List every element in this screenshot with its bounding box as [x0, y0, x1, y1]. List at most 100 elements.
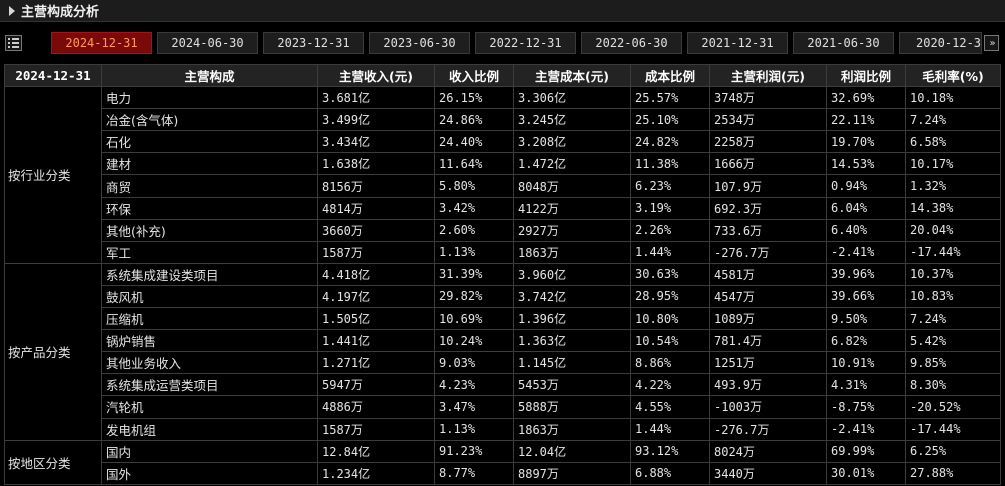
value-cell: -20.52% — [905, 395, 1001, 419]
table-row[interactable]: 按产品分类 系统集成建设类项目 4.418亿 31.39% 3.960亿 30.63% 45… — [4, 262, 1001, 441]
value-cell: 10.69% — [434, 307, 514, 331]
value-cell: 6.40% — [826, 218, 906, 242]
table-row[interactable]: 商贸 8156万 5.80% 8048万 6.23% 107.9万 0.94% 1.32% — [5, 174, 1001, 198]
value-cell: -17.44% — [905, 240, 1001, 264]
table-row[interactable]: 环保 4814万 3.42% 4122万 3.19% 692.3万 6.04% 14.38% — [5, 196, 1001, 220]
column-header[interactable]: 毛利率(%) — [905, 63, 1001, 88]
value-cell: 27.88% — [905, 461, 1001, 485]
value-cell: 1.363亿 — [513, 329, 631, 353]
value-cell: 1089万 — [709, 307, 827, 331]
value-cell: 10.37% — [905, 262, 1001, 286]
table-row[interactable]: 按地区分类 国内 12.84亿 91.23% 12.04亿 93.12% 8024万 69.9… — [4, 439, 1001, 485]
value-cell: 69.99% — [826, 439, 906, 463]
value-cell: 5947万 — [317, 373, 435, 397]
value-cell: 28.95% — [630, 284, 710, 309]
value-cell: 10.54% — [630, 329, 710, 353]
column-header[interactable]: 成本比例 — [630, 63, 710, 88]
table-row[interactable]: 其他业务收入 1.271亿 9.03% 1.145亿 8.86% 1251万 10.91% 9… — [5, 351, 1001, 375]
value-cell: 3.681亿 — [317, 86, 435, 110]
period-tab[interactable]: 2023-06-30 — [369, 32, 470, 54]
table-header-row: 2024-12-31 主营构成 主营收入(元) 收入比例 主营成本(元) 成本比例 主营利润… — [4, 63, 1001, 88]
value-cell: 1.145亿 — [513, 351, 631, 375]
value-cell: 5.80% — [434, 174, 514, 198]
table-row[interactable]: 国外 1.234亿 8.77% 8897万 6.88% 3440万 30.01% 27.88% — [5, 461, 1001, 485]
value-cell: 6.88% — [630, 461, 710, 485]
column-header[interactable]: 主营构成 — [101, 63, 318, 88]
value-cell: 733.6万 — [709, 218, 827, 242]
column-header[interactable]: 利润比例 — [826, 63, 906, 88]
value-cell: 7.24% — [905, 307, 1001, 331]
value-cell: 5.42% — [905, 329, 1001, 353]
list-menu-icon[interactable] — [5, 35, 22, 51]
segment-name-cell: 建材 — [101, 152, 318, 176]
expand-triangle-icon[interactable] — [9, 5, 15, 16]
period-tab[interactable]: 2021-06-30 — [793, 32, 894, 54]
period-tab[interactable]: 2024-06-30 — [157, 32, 258, 54]
value-cell: -2.41% — [826, 417, 906, 441]
value-cell: 1.638亿 — [317, 152, 435, 176]
value-cell: 1863万 — [513, 417, 631, 441]
value-cell: 1.234亿 — [317, 461, 435, 485]
value-cell: 1.44% — [630, 417, 710, 441]
scroll-right-icon[interactable]: » — [984, 35, 999, 51]
value-cell: 3.499亿 — [317, 108, 435, 132]
value-cell: 25.57% — [630, 86, 710, 110]
table-row[interactable]: 系统集成运营类项目 5947万 4.23% 5453万 4.22% 493.9万 4.31%… — [5, 373, 1001, 397]
value-cell: -2.41% — [826, 240, 906, 264]
value-cell: 3.434亿 — [317, 130, 435, 154]
table-row[interactable]: 鼓风机 4.197亿 29.82% 3.742亿 28.95% 4547万 39.66% 10… — [5, 284, 1001, 309]
table-row[interactable]: 锅炉销售 1.441亿 10.24% 1.363亿 10.54% 781.4万 6.82% 5… — [5, 329, 1001, 353]
column-header[interactable]: 主营成本(元) — [513, 63, 631, 88]
segment-name-cell: 环保 — [101, 196, 318, 220]
value-cell: 4.197亿 — [317, 284, 435, 309]
column-header[interactable]: 主营利润(元) — [709, 63, 827, 88]
value-cell: 39.66% — [826, 284, 906, 309]
table-row[interactable]: 汽轮机 4886万 3.47% 5888万 4.55% -1003万 -8.75% -20.5… — [5, 395, 1001, 419]
value-cell: 3.245亿 — [513, 108, 631, 132]
value-cell: 4.23% — [434, 373, 514, 397]
table-row[interactable]: 军工 1587万 1.13% 1863万 1.44% -276.7万 -2.41% -17.4… — [5, 240, 1001, 264]
column-header[interactable]: 主营收入(元) — [317, 63, 435, 88]
value-cell: 5888万 — [513, 395, 631, 419]
column-header[interactable]: 收入比例 — [434, 63, 514, 88]
value-cell: 4.55% — [630, 395, 710, 419]
value-cell: 1.472亿 — [513, 152, 631, 176]
value-cell: 5453万 — [513, 373, 631, 397]
segment-name-cell: 系统集成运营类项目 — [101, 373, 318, 397]
value-cell: 9.50% — [826, 307, 906, 331]
table-row[interactable]: 建材 1.638亿 11.64% 1.472亿 11.38% 1666万 14.53% 10.… — [5, 152, 1001, 176]
period-tab[interactable]: 2022-12-31 — [475, 32, 576, 54]
value-cell: 10.17% — [905, 152, 1001, 176]
value-cell: 3.47% — [434, 395, 514, 419]
period-tab[interactable]: 2021-12-31 — [687, 32, 788, 54]
value-cell: 6.58% — [905, 130, 1001, 154]
table-row[interactable]: 石化 3.434亿 24.40% 3.208亿 24.82% 2258万 19.70% 6.5… — [5, 130, 1001, 154]
value-cell: 8.30% — [905, 373, 1001, 397]
table-row[interactable]: 压缩机 1.505亿 10.69% 1.396亿 10.80% 1089万 9.50% 7.2… — [5, 307, 1001, 331]
segment-name-cell: 鼓风机 — [101, 284, 318, 309]
segment-name-cell: 电力 — [101, 86, 318, 110]
value-cell: 91.23% — [434, 439, 514, 463]
value-cell: 2534万 — [709, 108, 827, 132]
value-cell: 1.271亿 — [317, 351, 435, 375]
column-header[interactable]: 2024-12-31 — [4, 63, 102, 88]
value-cell: 31.39% — [434, 262, 514, 286]
value-cell: 3.960亿 — [513, 262, 631, 286]
segment-name-cell: 其他(补充) — [101, 218, 318, 242]
table-row[interactable]: 按行业分类 电力 3.681亿 26.15% 3.306亿 25.57% 3748万 32.6… — [4, 86, 1001, 264]
table-row[interactable]: 发电机组 1587万 1.13% 1863万 1.44% -276.7万 -2.41% -17… — [5, 417, 1001, 441]
period-tab[interactable]: 2020-12-3 — [899, 32, 982, 54]
segment-name-cell: 军工 — [101, 240, 318, 264]
table-row[interactable]: 冶金(含气体) 3.499亿 24.86% 3.245亿 25.10% 2534万 22.1… — [5, 108, 1001, 132]
period-tab[interactable]: 2024-12-31 — [51, 32, 152, 54]
period-tab[interactable]: 2023-12-31 — [263, 32, 364, 54]
value-cell: 1587万 — [317, 417, 435, 441]
value-cell: 14.53% — [826, 152, 906, 176]
table-row[interactable]: 其他(补充) 3660万 2.60% 2927万 2.26% 733.6万 6.40% 20.… — [5, 218, 1001, 242]
segment-name-cell: 锅炉销售 — [101, 329, 318, 353]
value-cell: 24.40% — [434, 130, 514, 154]
value-cell: 7.24% — [905, 108, 1001, 132]
value-cell: 1.441亿 — [317, 329, 435, 353]
value-cell: 6.23% — [630, 174, 710, 198]
period-tab[interactable]: 2022-06-30 — [581, 32, 682, 54]
